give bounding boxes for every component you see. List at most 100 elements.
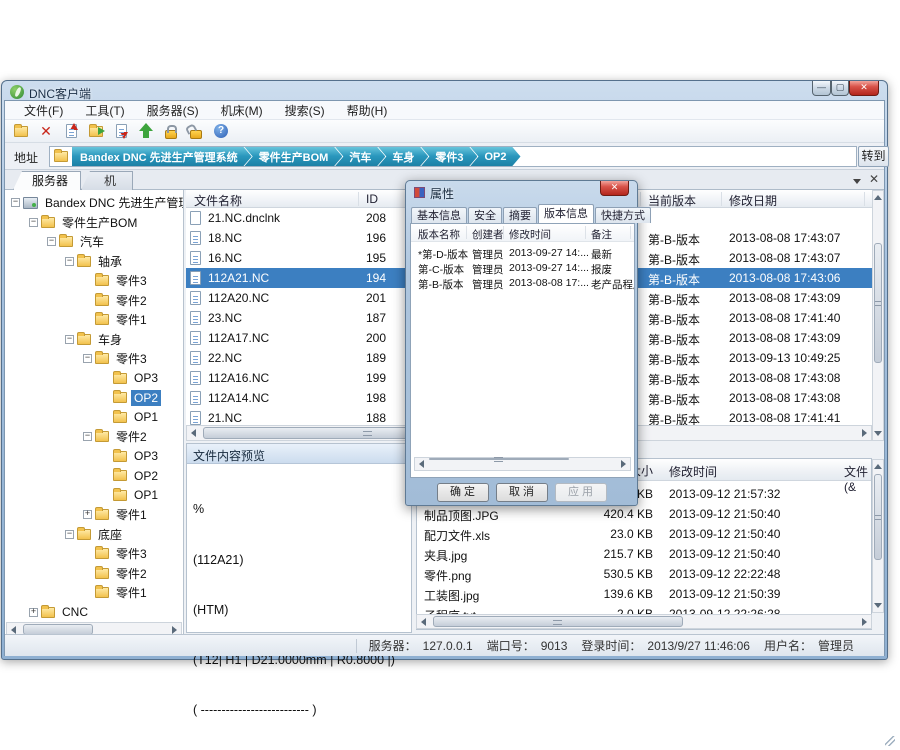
tree-toggle[interactable] (65, 530, 74, 539)
attachment-row[interactable]: 制品顶图.JPG420.4 KB2013-09-12 21:50:40 (417, 504, 871, 524)
tab-version-info[interactable]: 版本信息 (538, 204, 594, 223)
check-in-file-icon[interactable] (62, 122, 80, 140)
tree-toggle[interactable] (83, 432, 92, 441)
tab-basic-info[interactable]: 基本信息 (411, 207, 467, 223)
version-table: 版本名称 创建者 修改时间 备注 *第-D-版本管理员2013-09-27 14… (410, 223, 635, 478)
help-icon[interactable] (212, 122, 230, 140)
tree-item[interactable]: 零件1 (5, 310, 183, 330)
close-button[interactable]: ✕ (849, 81, 879, 96)
column-date[interactable]: 修改日期 (729, 192, 777, 209)
column-version[interactable]: 当前版本 (648, 192, 696, 209)
tab-shortcut[interactable]: 快捷方式 (595, 207, 651, 223)
tree-toggle[interactable] (65, 257, 74, 266)
tree-item[interactable]: 底座 (5, 525, 183, 545)
dialog-horizontal-scrollbar[interactable] (414, 457, 631, 471)
minimize-button[interactable]: — (812, 81, 831, 96)
address-field[interactable]: Bandex DNC 先进生产管理系统 零件生产BOM 汽车 车身 零件3 OP… (49, 146, 857, 167)
attachment-row[interactable]: 工装图.jpg139.6 KB2013-09-12 21:50:39 (417, 584, 871, 604)
tree-item[interactable]: 轴承 (5, 252, 183, 272)
tree-item-cnc[interactable]: CNC (5, 603, 183, 623)
version-row[interactable]: 第-C-版本管理员2013-09-27 14:...报废 (411, 261, 634, 276)
tree-toggle[interactable] (83, 354, 92, 363)
receive-folder-icon[interactable] (87, 122, 105, 140)
column-creator[interactable]: 创建者 (472, 227, 504, 242)
maximize-button[interactable]: ▢ (831, 81, 849, 96)
resize-grip[interactable] (885, 736, 895, 746)
tree-item[interactable]: 零件3 (5, 349, 183, 369)
tab-machine[interactable]: 机器 (81, 171, 133, 190)
column-version-name[interactable]: 版本名称 (418, 227, 460, 242)
tree-item-label: 零件2 (113, 291, 150, 310)
new-folder-icon[interactable] (12, 122, 30, 140)
breadcrumb-bom[interactable]: 零件生产BOM (244, 146, 343, 167)
column-modified[interactable]: 修改时间 (509, 227, 551, 242)
menu-search[interactable]: 搜索(S) (274, 102, 336, 119)
chevron-down-icon[interactable] (853, 179, 861, 184)
attachment-row[interactable]: 零件.png530.5 KB2013-09-12 22:22:48 (417, 564, 871, 584)
tree-item[interactable]: 零件生产BOM (5, 213, 183, 233)
tree-item[interactable]: 汽车 (5, 232, 183, 252)
close-pane-icon[interactable]: ✕ (869, 172, 879, 186)
status-login-value: 2013/9/27 11:46:06 (647, 639, 750, 653)
attachments-horizontal-scrollbar[interactable] (416, 614, 872, 629)
attachment-row[interactable]: 夹具.jpg215.7 KB2013-09-12 21:50:40 (417, 544, 871, 564)
delete-icon[interactable]: ✕ (37, 122, 55, 140)
go-button[interactable]: 转到 (858, 146, 889, 167)
version-row[interactable]: 第-B-版本管理员2013-08-08 17:...老产品程序 (411, 276, 634, 291)
tree-item[interactable]: 零件3 (5, 271, 183, 291)
attachments-vertical-scrollbar[interactable] (872, 459, 884, 613)
tree-item[interactable]: 车身 (5, 330, 183, 350)
tree-toggle[interactable] (83, 510, 92, 519)
unlock-icon[interactable] (187, 122, 205, 140)
nc-line: ( -------------------------- ) (193, 702, 407, 719)
dialog-title: 属性 (430, 185, 454, 202)
tab-summary[interactable]: 摘要 (503, 207, 537, 223)
file-icon (190, 391, 201, 405)
breadcrumb-root[interactable]: Bandex DNC 先进生产管理系统 (72, 146, 252, 167)
folder-icon (113, 490, 127, 501)
tab-server[interactable]: 服务器 (13, 171, 81, 190)
tree-item[interactable]: 零件2 (5, 564, 183, 584)
tree-item-label: 零件3 (113, 271, 150, 290)
tree-item[interactable]: OP3 (5, 447, 183, 467)
tree-toggle[interactable] (29, 608, 38, 617)
tree-item[interactable]: 零件1 (5, 583, 183, 603)
tree-item[interactable]: OP3 (5, 369, 183, 389)
column-file-name[interactable]: 文件名称 (194, 192, 242, 209)
menu-tools[interactable]: 工具(T) (74, 102, 135, 119)
tree-item[interactable]: OP1 (5, 486, 183, 506)
lock-icon[interactable] (162, 122, 180, 140)
tree-item[interactable]: 零件3 (5, 544, 183, 564)
tree-item-selected[interactable]: OP2 (5, 388, 183, 408)
menu-machine[interactable]: 机床(M) (210, 102, 274, 119)
check-out-file-icon[interactable] (112, 122, 130, 140)
menu-help[interactable]: 帮助(H) (336, 102, 399, 119)
status-login-label: 登录时间： (581, 637, 641, 654)
status-server-label: 服务器： (369, 637, 417, 654)
dialog-close-button[interactable]: ✕ (600, 181, 629, 196)
attachment-row[interactable]: 配刀文件.xls23.0 KB2013-09-12 21:50:40 (417, 524, 871, 544)
tree-item-root[interactable]: Bandex DNC 先进生产管理系统 (5, 193, 183, 213)
tree-item-label: 车身 (95, 330, 125, 349)
tree-item[interactable]: OP2 (5, 466, 183, 486)
ok-button[interactable]: 确 定 (437, 483, 489, 502)
tree-item[interactable]: OP1 (5, 408, 183, 428)
menu-server[interactable]: 服务器(S) (136, 102, 210, 119)
column-id[interactable]: ID (366, 192, 378, 206)
tree-toggle[interactable] (11, 198, 20, 207)
breadcrumb-part3[interactable]: 零件3 (420, 146, 477, 167)
tree-item[interactable]: 零件1 (5, 505, 183, 525)
tree-toggle[interactable] (65, 335, 74, 344)
tree-item[interactable]: 零件2 (5, 291, 183, 311)
cancel-button[interactable]: 取 消 (496, 483, 548, 502)
menu-file[interactable]: 文件(F) (13, 102, 74, 119)
send-arrow-icon[interactable] (137, 122, 155, 140)
version-row[interactable]: *第-D-版本管理员2013-09-27 14:...最新 (411, 246, 634, 261)
column-mtime[interactable]: 修改时间 (669, 463, 717, 480)
tree-toggle[interactable] (29, 218, 38, 227)
file-list-vertical-scrollbar[interactable] (872, 190, 884, 441)
tab-security[interactable]: 安全 (468, 207, 502, 223)
column-note[interactable]: 备注 (591, 227, 612, 242)
tree-item[interactable]: 零件2 (5, 427, 183, 447)
tree-toggle[interactable] (47, 237, 56, 246)
